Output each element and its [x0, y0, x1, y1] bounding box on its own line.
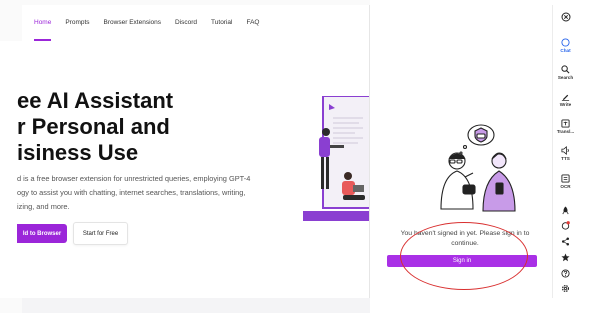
sidebar-item-ocr[interactable]: OCR: [553, 174, 578, 189]
sidebar-item-close[interactable]: [553, 12, 578, 22]
sidebar-item-share[interactable]: [553, 237, 578, 246]
settings-icon: [561, 284, 570, 293]
sidebar-item-star[interactable]: [553, 253, 578, 262]
nav-faq[interactable]: FAQ: [246, 5, 259, 41]
hero-section: ee AI Assistant r Personal and isiness U…: [0, 41, 370, 298]
rocket-icon: [562, 206, 569, 215]
speaker-icon: [561, 146, 569, 155]
sidebar-item-label: Search: [557, 75, 574, 80]
star-icon: [561, 253, 570, 262]
sidebar-item-label: Chat: [560, 48, 571, 53]
close-icon: [561, 12, 570, 22]
ocr-icon: [561, 174, 570, 183]
nav-prompts[interactable]: Prompts: [65, 5, 89, 41]
hero-title: ee AI Assistant r Personal and isiness U…: [17, 88, 174, 165]
notification-icon: [561, 221, 570, 230]
add-to-browser-button[interactable]: ld to Browser: [17, 224, 67, 243]
nav-browser-extensions[interactable]: Browser Extensions: [104, 5, 161, 41]
sidebar-item-label: OCR: [560, 184, 571, 189]
sidebar-item-write[interactable]: Write: [553, 92, 578, 107]
sidebar-item-chat[interactable]: Chat: [553, 38, 578, 53]
start-for-free-button[interactable]: Start for Free: [73, 222, 128, 245]
search-icon: [561, 65, 570, 74]
write-icon: [561, 94, 570, 101]
sidebar-item-help[interactable]: [553, 269, 578, 278]
website-background: Home Prompts Browser Extensions Discord …: [0, 0, 370, 313]
sidebar-item-label: TTS: [561, 156, 570, 161]
sidebar-item-settings[interactable]: [553, 284, 578, 293]
share-icon: [561, 237, 570, 246]
sidebar-item-label: Transl...: [556, 129, 575, 134]
sidebar-item-tts[interactable]: TTS: [553, 146, 578, 161]
nav-tutorial[interactable]: Tutorial: [211, 5, 232, 41]
sidebar-item-notification[interactable]: [553, 221, 578, 230]
sidebar-item-label: Write: [559, 102, 572, 107]
nav-discord[interactable]: Discord: [175, 5, 197, 41]
signin-illustration: [440, 124, 516, 212]
footer-strip: [22, 298, 370, 313]
help-icon: [561, 269, 570, 278]
right-gutter: [577, 0, 600, 313]
chat-icon: [561, 38, 570, 47]
sidebar-item-rocket[interactable]: [553, 206, 578, 215]
translate-icon: [561, 119, 570, 128]
extension-sidebar: Chat Search Write Transl... TTS OCR: [552, 5, 577, 298]
annotation-circle: [400, 222, 528, 290]
hero-description: d is a free browser extension for unrest…: [17, 174, 251, 211]
site-navbar: Home Prompts Browser Extensions Discord …: [22, 5, 370, 41]
hero-illustration: [303, 96, 370, 221]
nav-home[interactable]: Home: [34, 5, 52, 41]
sidebar-item-translate[interactable]: Transl...: [553, 119, 578, 134]
sidebar-item-search[interactable]: Search: [553, 65, 578, 80]
